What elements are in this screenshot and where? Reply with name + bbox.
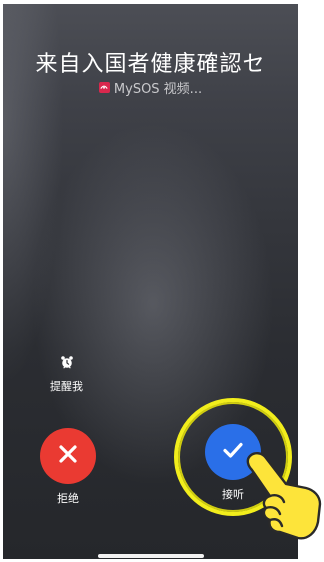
decline-circle[interactable]: [40, 428, 96, 484]
call-source: MySOS 视频...: [3, 76, 298, 98]
x-icon: [56, 442, 80, 470]
alarm-clock-icon: [60, 355, 74, 378]
mysos-app-icon: [98, 81, 110, 93]
home-indicator[interactable]: [98, 554, 204, 558]
decline-button[interactable]: 拒绝: [39, 428, 97, 508]
call-source-label: MySOS 视频...: [113, 81, 203, 97]
remind-me-button[interactable]: 提醒我: [39, 355, 94, 397]
decline-label: 拒绝: [57, 492, 79, 505]
pointing-hand-icon: [240, 448, 324, 548]
remind-me-label: 提醒我: [50, 380, 83, 393]
